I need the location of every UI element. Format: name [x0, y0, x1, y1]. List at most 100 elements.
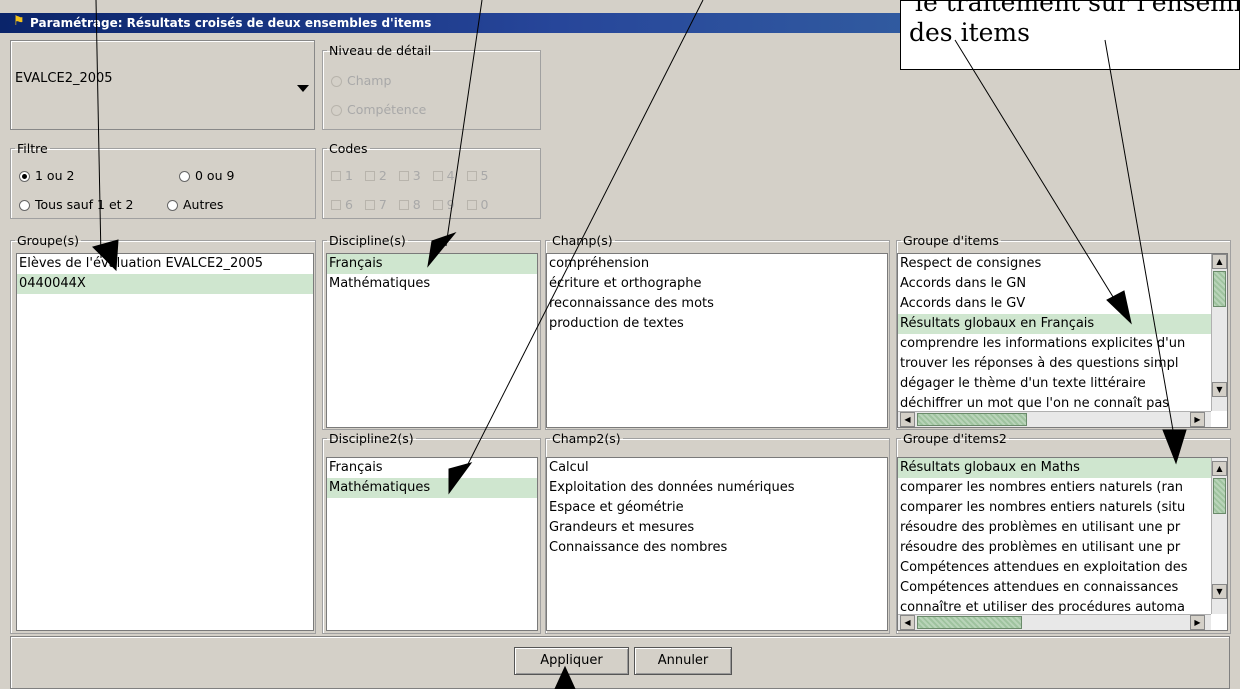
- radio-icon: [167, 200, 178, 211]
- scroll-thumb[interactable]: [1213, 478, 1226, 514]
- scroll-thumb[interactable]: [917, 413, 1027, 426]
- list-item[interactable]: Exploitation des données numériques: [547, 478, 887, 498]
- annotation-callout: le traitement sur l'ensemble des items: [900, 0, 1240, 70]
- champ-list[interactable]: compréhension écriture et orthographe re…: [546, 253, 888, 428]
- filtre-autres-radio[interactable]: Autres: [167, 198, 223, 212]
- list-item[interactable]: Connaissance des nombres: [547, 538, 887, 558]
- list-item[interactable]: trouver les réponses à des questions sim…: [898, 354, 1227, 374]
- scroll-down-icon[interactable]: ▼: [1212, 382, 1227, 397]
- niveau-champ-radio[interactable]: Champ: [331, 74, 391, 88]
- list-item[interactable]: Compétences attendues en connaissances: [898, 578, 1227, 598]
- groupe-items-list[interactable]: Respect de consignes Accords dans le GN …: [897, 253, 1228, 428]
- code-checkbox[interactable]: 5: [466, 168, 488, 183]
- groupes-list[interactable]: Elèves de l'évaluation EVALCE2_2005 0440…: [16, 253, 314, 631]
- list-item[interactable]: Espace et géométrie: [547, 498, 887, 518]
- list-item[interactable]: Résultats globaux en Maths: [898, 458, 1227, 478]
- radio-icon: [331, 76, 342, 87]
- checkbox-icon: [398, 171, 409, 181]
- evaluation-select[interactable]: EVALCE2_2005: [10, 40, 315, 130]
- niveau-champ-label: Champ: [347, 73, 392, 88]
- list-item[interactable]: Résultats globaux en Français: [898, 314, 1227, 334]
- groupe-items2-list[interactable]: Résultats globaux en Maths comparer les …: [897, 457, 1228, 631]
- checkbox-icon: [432, 200, 443, 210]
- scroll-right-icon[interactable]: ▶: [1190, 412, 1205, 427]
- scroll-up-icon[interactable]: ▲: [1212, 254, 1227, 269]
- list-item[interactable]: comparer les nombres entiers naturels (s…: [898, 498, 1227, 518]
- cancel-button[interactable]: Annuler: [634, 647, 732, 675]
- codes-legend: Codes: [329, 141, 368, 156]
- checkbox-icon: [331, 200, 341, 210]
- groupe-items2-legend: Groupe d'items2: [903, 431, 1007, 446]
- list-item[interactable]: Accords dans le GV: [898, 294, 1227, 314]
- list-item[interactable]: Compétences attendues en exploitation de…: [898, 558, 1227, 578]
- code-checkbox[interactable]: 1: [331, 168, 353, 183]
- horizontal-scrollbar[interactable]: ◀ ▶: [898, 411, 1211, 427]
- code-checkbox[interactable]: 6: [331, 197, 353, 212]
- niveau-competence-radio[interactable]: Compétence: [331, 103, 426, 117]
- list-item[interactable]: Mathématiques: [327, 274, 537, 294]
- apply-button[interactable]: Appliquer: [514, 647, 629, 675]
- filtre-1ou2-radio[interactable]: 1 ou 2: [19, 169, 74, 183]
- code-checkbox[interactable]: 7: [364, 197, 387, 212]
- niveau-competence-label: Compétence: [347, 102, 427, 117]
- list-item[interactable]: comprendre les informations explicites d…: [898, 334, 1227, 354]
- code-label: 0: [480, 197, 489, 212]
- list-item[interactable]: Français: [327, 458, 537, 478]
- code-checkbox[interactable]: 8: [398, 197, 421, 212]
- discipline-list[interactable]: Français Mathématiques: [326, 253, 538, 428]
- list-item[interactable]: compréhension: [547, 254, 887, 274]
- scroll-up-icon[interactable]: ▲: [1212, 461, 1227, 476]
- code-label: 8: [412, 197, 421, 212]
- code-checkbox[interactable]: 3: [398, 168, 421, 183]
- list-item[interactable]: Elèves de l'évaluation EVALCE2_2005: [17, 254, 313, 274]
- callout-line-2: des items: [909, 18, 1030, 47]
- groupes-legend: Groupe(s): [17, 233, 80, 248]
- code-label: 4: [446, 168, 455, 183]
- scroll-thumb[interactable]: [1213, 271, 1226, 307]
- list-item[interactable]: résoudre des problèmes en utilisant une …: [898, 538, 1227, 558]
- list-item[interactable]: reconnaissance des mots: [547, 294, 887, 314]
- list-item[interactable]: Français: [327, 254, 537, 274]
- champ2-list[interactable]: Calcul Exploitation des données numériqu…: [546, 457, 888, 631]
- vertical-scrollbar[interactable]: ▲ ▼: [1211, 458, 1227, 614]
- checkbox-icon: [331, 171, 341, 181]
- window-title: Paramétrage: Résultats croisés de deux e…: [30, 16, 432, 30]
- list-item[interactable]: résoudre des problèmes en utilisant une …: [898, 518, 1227, 538]
- scroll-left-icon[interactable]: ◀: [900, 412, 915, 427]
- radio-icon: [19, 200, 30, 211]
- code-checkbox[interactable]: 4: [432, 168, 455, 183]
- list-item[interactable]: Respect de consignes: [898, 254, 1227, 274]
- filtre-tous-sauf-radio[interactable]: Tous sauf 1 et 2: [19, 198, 133, 212]
- scroll-right-icon[interactable]: ▶: [1190, 615, 1205, 630]
- list-item[interactable]: Calcul: [547, 458, 887, 478]
- list-item[interactable]: Accords dans le GN: [898, 274, 1227, 294]
- chevron-down-icon[interactable]: [297, 85, 309, 92]
- code-checkbox[interactable]: 2: [364, 168, 387, 183]
- list-item[interactable]: 0440044X: [17, 274, 313, 294]
- code-checkbox[interactable]: 0: [466, 197, 489, 212]
- scroll-thumb[interactable]: [917, 616, 1022, 629]
- vertical-scrollbar[interactable]: ▲ ▼: [1211, 254, 1227, 411]
- filtre-0ou9-radio[interactable]: 0 ou 9: [179, 169, 234, 183]
- list-item[interactable]: Grandeurs et mesures: [547, 518, 887, 538]
- checkbox-icon: [398, 200, 409, 210]
- discipline2-list[interactable]: Français Mathématiques: [326, 457, 538, 631]
- list-item[interactable]: Mathématiques: [327, 478, 537, 498]
- filtre-0ou9-label: 0 ou 9: [195, 168, 235, 183]
- list-item[interactable]: dégager le thème d'un texte littéraire: [898, 374, 1227, 394]
- horizontal-scrollbar[interactable]: ◀ ▶: [898, 614, 1211, 630]
- scroll-left-icon[interactable]: ◀: [900, 615, 915, 630]
- code-label: 1: [345, 168, 353, 183]
- radio-icon: [331, 105, 342, 116]
- code-label: 7: [378, 197, 387, 212]
- list-item[interactable]: écriture et orthographe: [547, 274, 887, 294]
- callout-line-1: le traitement sur l'ensemble: [915, 0, 1240, 17]
- checkbox-icon: [466, 171, 477, 181]
- list-item[interactable]: comparer les nombres entiers naturels (r…: [898, 478, 1227, 498]
- codes-row-1: 1 2 3 4 5: [331, 169, 488, 183]
- scroll-down-icon[interactable]: ▼: [1212, 584, 1227, 599]
- list-item[interactable]: production de textes: [547, 314, 887, 334]
- code-checkbox[interactable]: 9: [432, 197, 455, 212]
- code-label: 2: [378, 168, 387, 183]
- checkbox-icon: [364, 200, 375, 210]
